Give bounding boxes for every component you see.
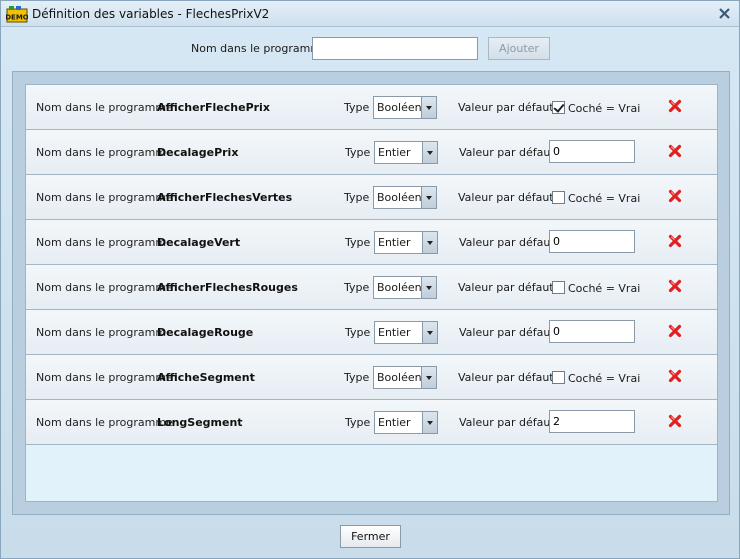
type-select-value: Entier — [378, 236, 411, 249]
type-select[interactable]: Booléen — [373, 96, 437, 119]
variable-name-label: Nom dans le programme — [36, 146, 173, 159]
default-checkbox[interactable] — [552, 101, 565, 114]
variable-name-label: Nom dans le programme — [36, 101, 173, 114]
variable-name: AfficherFlechePrix — [157, 101, 270, 114]
type-label: Type — [344, 101, 370, 114]
chevron-down-icon[interactable] — [422, 412, 437, 433]
variable-row: Nom dans le programme DecalagePrix Type Ent… — [26, 130, 717, 175]
type-select[interactable]: Entier — [374, 141, 438, 164]
demo-app-icon: DEMO — [6, 6, 28, 23]
type-select-value: Entier — [378, 326, 411, 339]
type-select-value: Entier — [378, 146, 411, 159]
delete-icon[interactable] — [668, 144, 682, 158]
checkbox-label: Coché = Vrai — [568, 192, 641, 205]
close-button[interactable]: Fermer — [340, 525, 401, 548]
variable-name-label: Nom dans le programme — [36, 416, 173, 429]
type-select[interactable]: Booléen — [373, 276, 437, 299]
type-label: Type — [345, 236, 371, 249]
type-select[interactable]: Entier — [374, 321, 438, 344]
chevron-down-icon[interactable] — [422, 232, 437, 253]
default-value-input[interactable] — [549, 320, 635, 343]
variable-row: Nom dans le programme AfficherFlechesVert… — [26, 175, 717, 220]
variable-name: DecalageRouge — [157, 326, 254, 339]
close-icon[interactable] — [717, 6, 732, 21]
title-bar: DEMO Définition des variables - FlechesP… — [1, 1, 739, 27]
type-label: Type — [345, 146, 371, 159]
variable-name: DecalageVert — [157, 236, 241, 249]
variable-row: Nom dans le programme LongSegment Type Enti… — [26, 400, 717, 445]
window-title: Définition des variables - FlechesPrixV2 — [32, 7, 270, 21]
new-variable-label: Nom dans le programme — [191, 42, 328, 55]
chevron-down-icon[interactable] — [421, 367, 436, 388]
chevron-down-icon[interactable] — [421, 277, 436, 298]
delete-icon[interactable] — [668, 234, 682, 248]
default-value-label: Valeur par défaut — [459, 236, 555, 249]
default-value-input[interactable] — [549, 410, 635, 433]
variable-row: Nom dans le programme AfficherFlechesRoug… — [26, 265, 717, 310]
type-label: Type — [344, 191, 370, 204]
type-select-value: Booléen — [377, 191, 422, 204]
variable-name: AfficherFlechesVertes — [157, 191, 293, 204]
variables-list: Nom dans le programme AfficherFlechePrix T… — [25, 84, 718, 502]
default-value-label: Valeur par défaut — [459, 326, 555, 339]
checkbox-label: Coché = Vrai — [568, 372, 641, 385]
new-variable-input[interactable] — [312, 37, 478, 60]
default-value-input[interactable] — [549, 140, 635, 163]
type-label: Type — [345, 326, 371, 339]
variable-row: Nom dans le programme AfficherFlechePrix T… — [26, 85, 717, 130]
type-select-value: Booléen — [377, 281, 422, 294]
variable-name: LongSegment — [157, 416, 243, 429]
chevron-down-icon[interactable] — [421, 97, 436, 118]
variable-name-label: Nom dans le programme — [36, 191, 173, 204]
type-label: Type — [345, 416, 371, 429]
delete-icon[interactable] — [668, 189, 682, 203]
type-select[interactable]: Entier — [374, 411, 438, 434]
variable-name: AfficheSegment — [157, 371, 255, 384]
variable-row: Nom dans le programme DecalageVert Type Ent… — [26, 220, 717, 265]
delete-icon[interactable] — [668, 369, 682, 383]
variable-name-label: Nom dans le programme — [36, 371, 173, 384]
type-select[interactable]: Booléen — [373, 366, 437, 389]
variable-row: Nom dans le programme DecalageRouge Type En… — [26, 310, 717, 355]
dialog-window: DEMO Définition des variables - FlechesP… — [0, 0, 740, 559]
default-value-label: Valeur par défaut — [459, 146, 555, 159]
default-checkbox[interactable] — [552, 281, 565, 294]
default-value-label: Valeur par défaut — [458, 371, 554, 384]
chevron-down-icon[interactable] — [422, 142, 437, 163]
default-value-label: Valeur par défaut — [458, 191, 554, 204]
checkbox-label: Coché = Vrai — [568, 282, 641, 295]
checkbox-label: Coché = Vrai — [568, 102, 641, 115]
svg-text:DEMO: DEMO — [6, 14, 28, 22]
chevron-down-icon[interactable] — [421, 187, 436, 208]
type-select-value: Entier — [378, 416, 411, 429]
delete-icon[interactable] — [668, 99, 682, 113]
variable-name-label: Nom dans le programme — [36, 326, 173, 339]
default-checkbox[interactable] — [552, 371, 565, 384]
default-checkbox[interactable] — [552, 191, 565, 204]
default-value-label: Valeur par défaut — [459, 416, 555, 429]
default-value-input[interactable] — [549, 230, 635, 253]
delete-icon[interactable] — [668, 414, 682, 428]
default-value-label: Valeur par défaut — [458, 101, 554, 114]
variable-name-label: Nom dans le programme — [36, 281, 173, 294]
variable-name-label: Nom dans le programme — [36, 236, 173, 249]
variable-row: Nom dans le programme AfficheSegment Type B… — [26, 355, 717, 400]
type-select-value: Booléen — [377, 101, 422, 114]
variable-name: AfficherFlechesRouges — [157, 281, 298, 294]
type-label: Type — [344, 281, 370, 294]
type-select[interactable]: Booléen — [373, 186, 437, 209]
type-select-value: Booléen — [377, 371, 422, 384]
chevron-down-icon[interactable] — [422, 322, 437, 343]
default-value-label: Valeur par défaut — [458, 281, 554, 294]
add-button[interactable]: Ajouter — [488, 37, 550, 60]
type-select[interactable]: Entier — [374, 231, 438, 254]
delete-icon[interactable] — [668, 324, 682, 338]
variables-panel: Nom dans le programme AfficherFlechePrix T… — [12, 71, 730, 515]
delete-icon[interactable] — [668, 279, 682, 293]
type-label: Type — [344, 371, 370, 384]
variable-name: DecalagePrix — [157, 146, 239, 159]
